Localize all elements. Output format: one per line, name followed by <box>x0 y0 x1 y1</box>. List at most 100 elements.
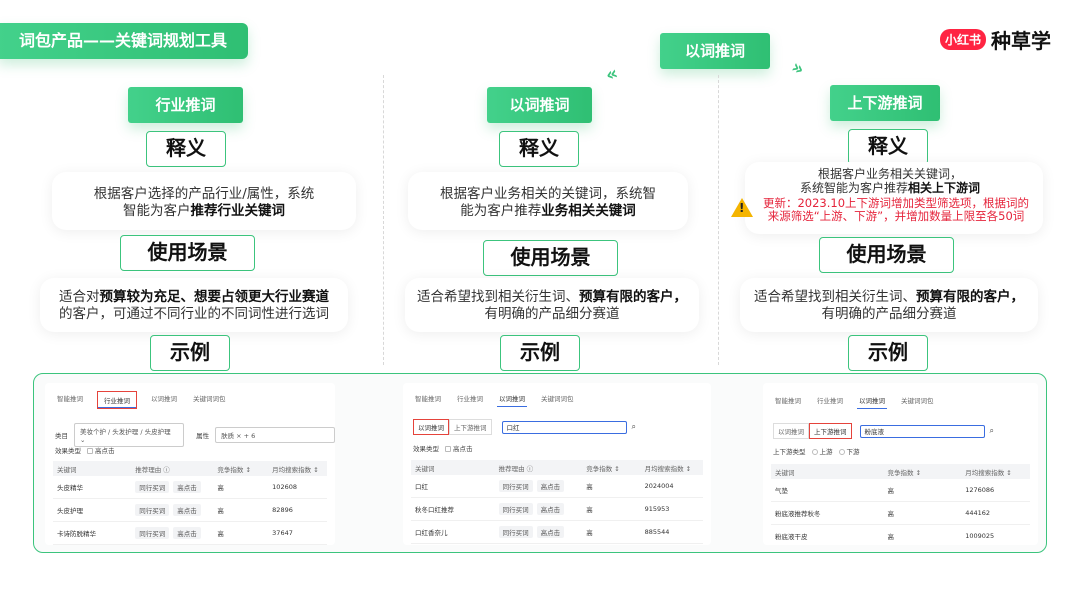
table-row[interactable]: 秋冬口红推荐 同行买词 高点击 高 915953 <box>411 498 703 521</box>
search-value: 口红 <box>506 423 520 432</box>
col-header[interactable]: 月均搜索指数 ↕ <box>645 463 703 473</box>
cell-keyword: 气垫 <box>775 487 788 495</box>
mode-word-button[interactable]: 以词推词 <box>773 423 809 439</box>
mode-updown-button[interactable]: 上下游推词 <box>809 423 852 439</box>
update-note: 更新：2023.10上下游词增加类型筛选项，根据词的 来源筛选“上游、下游”，并… <box>752 197 1040 223</box>
reason-chip: 高点击 <box>536 526 565 538</box>
tab-word[interactable]: 以词推词 <box>857 393 887 409</box>
cell-keyword: 头皮精华 <box>57 484 83 492</box>
meaning-title: 释义 <box>848 129 928 165</box>
meaning-line: 能为客户推荐业务相关关键词 <box>410 203 686 220</box>
table-row[interactable]: 口红香奈儿 同行买词 高点击 高 885544 <box>411 521 703 544</box>
mock-tabs: 智能推词 行业推词 以词推词 关键词词包 <box>773 393 936 409</box>
col-header: 关键词 <box>57 465 77 474</box>
example-label: 示例 <box>868 340 908 364</box>
cell-competition: 高 <box>586 506 593 514</box>
scene-bold: 预算有限的客户， <box>916 289 1024 305</box>
scene-bold: 预算有限的客户， <box>579 289 687 305</box>
table-row[interactable]: 气垫 高 1276086 <box>771 479 1030 502</box>
col-header[interactable]: 月均搜索指数 ↕ <box>965 467 1030 477</box>
col-header: 推荐理由 ⓘ <box>135 465 170 474</box>
reason-chip: 高点击 <box>536 480 565 492</box>
cell-keyword: 口红 <box>415 483 428 491</box>
column-divider <box>718 75 719 365</box>
reason-chip: 同行买词 <box>498 503 533 515</box>
scene-label: 使用场景 <box>846 242 927 266</box>
effect-option[interactable]: 高点击 <box>445 443 473 453</box>
cell-search: 37647 <box>272 529 293 537</box>
scene-label: 使用场景 <box>147 240 228 264</box>
tag-word-recommend: 以词推词 <box>487 87 592 123</box>
tab-industry[interactable]: 行业推词 <box>455 391 485 407</box>
tag-updown-recommend: 上下游推词 <box>830 85 940 121</box>
updown-filter-row: 上下游类型 上游 下游 <box>773 446 860 456</box>
example-screenshot-word: 智能推词 行业推词 以词推词 关键词词包 以词推词 上下游推词 口红 ⌕ 效果类… <box>403 383 711 545</box>
filter-up-option[interactable]: 上游 <box>811 446 833 456</box>
meaning-text: 根据客户业务相关的关键词，系统智 能为客户推荐业务相关关键词 <box>410 186 686 220</box>
tab-smart[interactable]: 智能推词 <box>55 391 85 409</box>
tab-smart[interactable]: 智能推词 <box>773 393 803 409</box>
tab-package[interactable]: 关键词词包 <box>899 393 936 409</box>
checkbox-icon <box>445 446 451 452</box>
effect-option-label: 高点击 <box>453 445 473 453</box>
attr-label: 属性 <box>196 432 210 440</box>
example-screenshot-industry: 智能推词 行业推词 以词推词 关键词词包 类目 美妆个护 / 头发护理 / 头皮… <box>45 383 335 545</box>
meaning-line: 根据客户选择的产品行业/属性，系统 <box>93 186 315 202</box>
tab-industry[interactable]: 行业推词 <box>97 391 137 409</box>
effect-row: 效果类型 高点击 <box>413 443 473 453</box>
col-header[interactable]: 竞争指数 ↕ <box>586 463 644 473</box>
table-row[interactable]: 头皮护理 同行买词 高点击 高 82896 <box>53 499 327 522</box>
tab-package[interactable]: 关键词词包 <box>191 391 228 409</box>
cell-reason: 同行买词 高点击 <box>135 527 217 539</box>
search-icon[interactable]: ⌕ <box>632 422 636 432</box>
attr-select[interactable]: 肤质 × + 6 <box>215 427 335 443</box>
example-label: 示例 <box>520 340 560 364</box>
scene-line: 适合希望找到相关衍生词、预算有限的客户， <box>407 289 697 306</box>
table-row[interactable]: 头皮精华 同行买词 高点击 高 102608 <box>53 476 327 499</box>
meaning-bold: 相关上下游词 <box>908 181 981 195</box>
table-row[interactable]: 卡诗防脱精华 同行买词 高点击 高 37647 <box>53 522 327 545</box>
effect-option[interactable]: 高点击 <box>87 445 115 455</box>
col-header[interactable]: 月均搜索指数 ↕ <box>272 464 327 474</box>
search-icon[interactable]: ⌕ <box>990 426 994 436</box>
tab-smart[interactable]: 智能推词 <box>413 391 443 407</box>
tab-word[interactable]: 以词推词 <box>497 391 527 407</box>
tab-industry[interactable]: 行业推词 <box>815 393 845 409</box>
cell-reason: 同行买词 高点击 <box>135 504 217 516</box>
reason-chip: 同行买词 <box>135 527 170 539</box>
tab-word[interactable]: 以词推词 <box>149 391 179 409</box>
cell-competition: 高 <box>217 507 224 515</box>
col-header: 推荐理由 ⓘ <box>498 464 534 473</box>
category-select[interactable]: 美妆个护 / 头发护理 / 头皮护理 ⌄ <box>73 423 185 447</box>
cell-competition: 高 <box>887 510 895 518</box>
meaning-line: 根据客户业务相关关键词， <box>817 167 962 181</box>
scene-label: 使用场景 <box>510 245 591 269</box>
tag-label: 以词推词 <box>509 96 570 114</box>
mode-word-button[interactable]: 以词推词 <box>413 419 449 435</box>
table-row[interactable]: 口红 同行买词 高点击 高 2024004 <box>411 475 703 498</box>
keyword-table: 关键词 推荐理由 ⓘ 竞争指数 ↕ 月均搜索指数 ↕ 口红 同行买词 高点击 高 … <box>411 460 703 544</box>
effect-label: 效果类型 <box>413 445 439 453</box>
table-header: 关键词 竞争指数 ↕ 月均搜索指数 ↕ <box>771 464 1030 479</box>
search-input[interactable]: 粉底液 <box>859 424 985 438</box>
top-badge-word-to-word: 以词推词 <box>660 33 770 69</box>
filter-down-option[interactable]: 下游 <box>838 446 860 456</box>
scene-plain: 适合对 <box>59 289 100 305</box>
example-title: 示例 <box>150 335 230 371</box>
table-header: 关键词 推荐理由 ⓘ 竞争指数 ↕ 月均搜索指数 ↕ <box>53 461 327 476</box>
example-title: 示例 <box>848 335 928 371</box>
tag-industry-recommend: 行业推词 <box>128 87 243 123</box>
reason-chip: 同行买词 <box>135 481 170 493</box>
table-row[interactable]: 粉底液推荐秋冬 高 444162 <box>771 502 1030 525</box>
meaning-title: 释义 <box>146 131 226 167</box>
table-row[interactable]: 粉底液干皮 高 1009025 <box>771 525 1030 545</box>
tab-package[interactable]: 关键词词包 <box>539 391 576 407</box>
mode-updown-button[interactable]: 上下游推词 <box>449 419 492 435</box>
col-header[interactable]: 竞争指数 ↕ <box>217 464 272 474</box>
cell-reason: 同行买词 高点击 <box>135 481 217 493</box>
page-title-banner: 词包产品——关键词规划工具 <box>0 23 248 59</box>
col-header[interactable]: 竞争指数 ↕ <box>888 467 966 477</box>
col-header: 关键词 <box>415 464 435 473</box>
search-input[interactable]: 口红 <box>501 420 627 434</box>
cell-search: 444162 <box>965 509 991 517</box>
